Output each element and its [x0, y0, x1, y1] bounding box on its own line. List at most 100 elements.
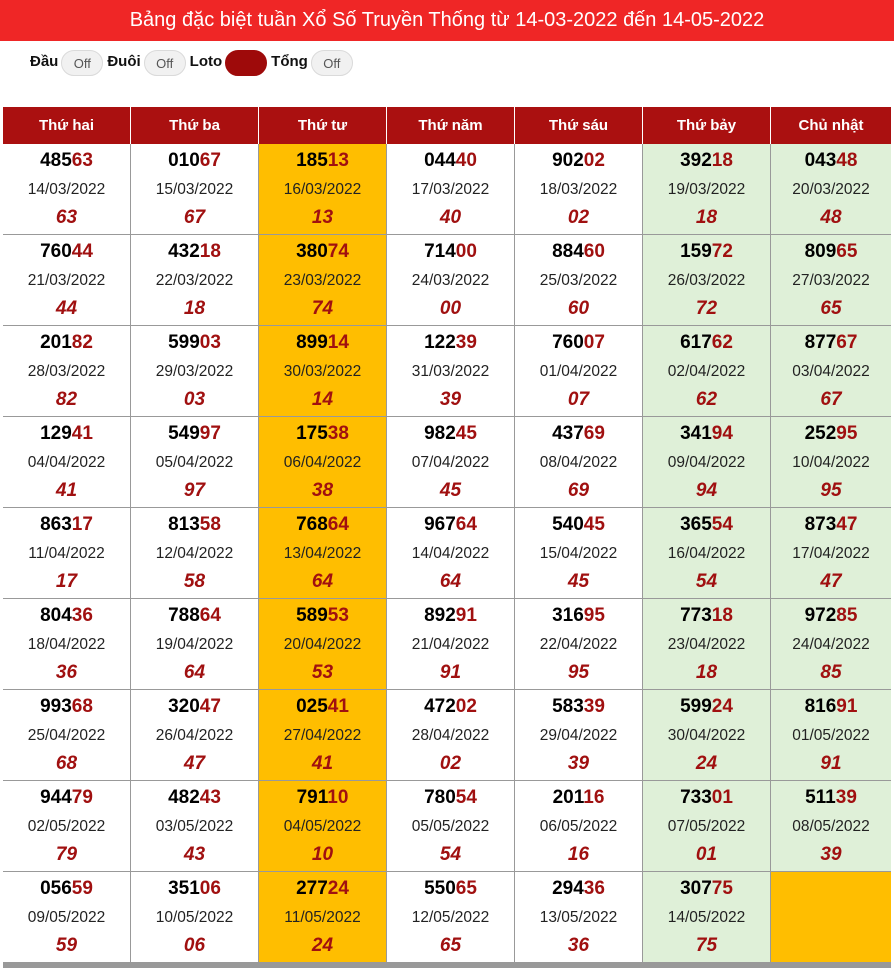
result-number-head: 277 [296, 878, 328, 899]
result-date: 14/05/2022 [667, 909, 746, 926]
result-number: 20116 [515, 787, 642, 809]
result-number: 31695 [515, 605, 642, 627]
result-number: 48563 [3, 150, 130, 172]
result-cell: 61762 02/04/2022 62 [643, 326, 770, 416]
result-number: 36554 [643, 514, 770, 536]
header-thu-sau: Thứ sáu [515, 107, 643, 144]
result-number: 78864 [131, 605, 258, 627]
result-number-tail: 14 [327, 332, 349, 353]
result-number-head: 380 [296, 241, 328, 262]
result-date: 05/04/2022 [155, 454, 234, 471]
result-cell: 17538 06/04/2022 38 [259, 417, 386, 507]
result-cell: 80965 27/03/2022 65 [771, 235, 891, 325]
result-cell: 86317 11/04/2022 17 [3, 508, 130, 598]
toggle-loto[interactable] [225, 50, 268, 76]
result-number-tail: 75 [711, 878, 733, 899]
result-loto: 67 [820, 389, 842, 410]
result-date: 06/05/2022 [539, 818, 618, 835]
result-number: 30775 [643, 878, 770, 900]
toggle-dau[interactable]: Off [61, 50, 104, 76]
result-cell: 25295 10/04/2022 95 [771, 417, 891, 507]
result-loto: 75 [695, 935, 718, 956]
result-number-head: 472 [424, 696, 456, 717]
result-date: 19/03/2022 [667, 181, 746, 198]
result-cell: 43769 08/04/2022 69 [515, 417, 642, 507]
result-date: 25/03/2022 [539, 272, 618, 289]
result-number-head: 773 [680, 605, 712, 626]
result-number: 96764 [387, 514, 514, 536]
result-cell: 54045 15/04/2022 45 [515, 508, 642, 598]
result-number-tail: 40 [455, 150, 477, 171]
result-number-head: 307 [680, 878, 712, 899]
result-cell: 58953 20/04/2022 53 [259, 599, 386, 689]
result-number-head: 025 [296, 696, 328, 717]
result-number: 04348 [771, 150, 891, 172]
result-number-head: 010 [168, 150, 200, 171]
result-cell: 97285 24/04/2022 85 [771, 599, 891, 689]
result-number-head: 437 [552, 423, 584, 444]
result-number-head: 863 [40, 514, 72, 535]
result-number: 77318 [643, 605, 770, 627]
result-number-tail: 06 [199, 878, 221, 899]
result-date: 15/04/2022 [539, 545, 618, 562]
result-date: 29/03/2022 [155, 363, 234, 380]
result-cell: 99368 25/04/2022 68 [3, 690, 130, 780]
result-loto: 94 [695, 480, 718, 501]
result-number: 59903 [131, 332, 258, 354]
result-loto: 10 [311, 844, 334, 865]
result-loto: 13 [311, 207, 334, 228]
result-date: 01/04/2022 [539, 363, 618, 380]
result-number-head: 877 [804, 332, 837, 353]
result-cell: 31695 22/04/2022 95 [515, 599, 642, 689]
header-thu-nam: Thứ năm [387, 107, 515, 144]
result-loto: 07 [567, 389, 590, 410]
result-number: 43769 [515, 423, 642, 445]
result-date: 11/05/2022 [284, 909, 361, 926]
toggle-bar: Đầu Off Đuôi Off Loto Tổng Off [30, 49, 357, 77]
result-number-head: 944 [40, 787, 72, 808]
result-number: 80436 [3, 605, 130, 627]
result-number: 20182 [3, 332, 130, 354]
result-date: 23/04/2022 [667, 636, 746, 653]
table-row: 48563 14/03/2022 63 01067 15/03/2022 67 18513 1… [3, 144, 891, 235]
result-number-tail: 24 [711, 696, 733, 717]
result-number-head: 129 [40, 423, 72, 444]
table-row: 76044 21/03/2022 44 43218 22/03/2022 18 38074 2… [3, 235, 891, 326]
result-number-head: 982 [424, 423, 456, 444]
result-date: 08/04/2022 [539, 454, 618, 471]
result-cell: 81691 01/05/2022 91 [771, 690, 891, 780]
result-date: 20/03/2022 [792, 181, 870, 198]
result-date: 24/03/2022 [411, 272, 490, 289]
result-number-head: 809 [804, 241, 837, 262]
result-number-tail: 10 [327, 787, 349, 808]
toggle-tong[interactable]: Off [310, 50, 353, 76]
result-number: 94479 [3, 787, 130, 809]
result-number-head: 589 [296, 605, 328, 626]
result-number-head: 316 [552, 605, 584, 626]
result-number: 90202 [515, 150, 642, 172]
header-thu-tu: Thứ tư [259, 107, 387, 144]
result-cell: 05659 09/05/2022 59 [3, 872, 130, 962]
result-cell: 77318 23/04/2022 18 [643, 599, 770, 689]
result-number-tail: 65 [455, 878, 477, 899]
result-number-head: 873 [804, 514, 837, 535]
result-cell: 54997 05/04/2022 97 [131, 417, 258, 507]
result-number-tail: 47 [199, 696, 221, 717]
result-cell: 12239 31/03/2022 39 [387, 326, 514, 416]
result-number-tail: 91 [455, 605, 477, 626]
result-number-tail: 45 [583, 514, 605, 535]
result-number-tail: 82 [71, 332, 93, 353]
result-number-head: 294 [552, 878, 584, 899]
result-number: 86317 [3, 514, 130, 536]
result-loto: 17 [55, 571, 78, 592]
result-loto: 02 [439, 753, 462, 774]
result-number-tail: 62 [711, 332, 733, 353]
result-number-head: 813 [168, 514, 200, 535]
results-table: Thứ hai Thứ ba Thứ tư Thứ năm Thứ sáu Th… [3, 107, 891, 968]
result-cell: 04348 20/03/2022 48 [771, 144, 891, 234]
result-date: 09/04/2022 [667, 454, 746, 471]
toggle-duoi[interactable]: Off [143, 50, 186, 76]
empty-cell [771, 872, 891, 962]
result-cell: 30775 14/05/2022 75 [643, 872, 770, 962]
result-cell: 59924 30/04/2022 24 [643, 690, 770, 780]
